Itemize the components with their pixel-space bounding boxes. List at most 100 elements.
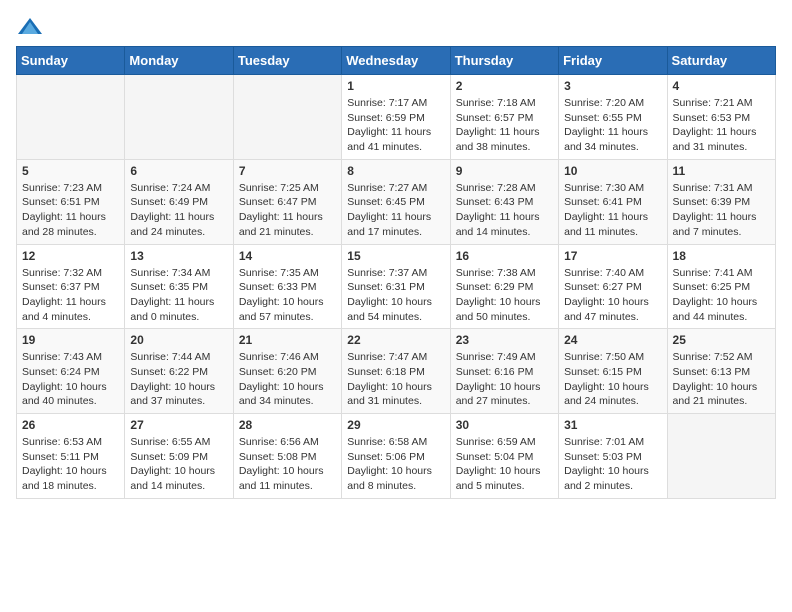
day-info: Sunrise: 7:38 AM Sunset: 6:29 PM Dayligh…: [456, 266, 553, 325]
day-number: 15: [347, 249, 444, 263]
day-info: Sunrise: 7:01 AM Sunset: 5:03 PM Dayligh…: [564, 435, 661, 494]
day-info: Sunrise: 7:17 AM Sunset: 6:59 PM Dayligh…: [347, 96, 444, 155]
day-info: Sunrise: 7:43 AM Sunset: 6:24 PM Dayligh…: [22, 350, 119, 409]
day-number: 27: [130, 418, 227, 432]
day-number: 12: [22, 249, 119, 263]
header-wednesday: Wednesday: [342, 47, 450, 75]
week-row-3: 12 Sunrise: 7:32 AM Sunset: 6:37 PM Dayli…: [17, 244, 776, 329]
day-number: 26: [22, 418, 119, 432]
day-number: 4: [673, 79, 770, 93]
day-cell-3-4: 23 Sunrise: 7:49 AM Sunset: 6:16 PM Dayli…: [450, 329, 558, 414]
day-cell-4-1: 27Sunrise: 6:55 AM Sunset: 5:09 PM Dayli…: [125, 414, 233, 499]
day-cell-2-5: 17 Sunrise: 7:40 AM Sunset: 6:27 PM Dayli…: [559, 244, 667, 329]
day-info: Sunrise: 7:52 AM Sunset: 6:13 PM Dayligh…: [673, 350, 770, 409]
day-cell-0-1: [125, 75, 233, 160]
day-cell-1-5: 10 Sunrise: 7:30 AM Sunset: 6:41 PM Dayli…: [559, 159, 667, 244]
day-info: Sunrise: 7:49 AM Sunset: 6:16 PM Dayligh…: [456, 350, 553, 409]
day-number: 2: [456, 79, 553, 93]
header-friday: Friday: [559, 47, 667, 75]
header-saturday: Saturday: [667, 47, 775, 75]
day-number: 17: [564, 249, 661, 263]
day-cell-2-4: 16Sunrise: 7:38 AM Sunset: 6:29 PM Dayli…: [450, 244, 558, 329]
logo: [16, 16, 48, 38]
day-number: 7: [239, 164, 336, 178]
day-info: Sunrise: 7:18 AM Sunset: 6:57 PM Dayligh…: [456, 96, 553, 155]
day-cell-1-4: 9Sunrise: 7:28 AM Sunset: 6:43 PM Daylig…: [450, 159, 558, 244]
day-cell-3-1: 20 Sunrise: 7:44 AM Sunset: 6:22 PM Dayli…: [125, 329, 233, 414]
day-cell-1-3: 8 Sunrise: 7:27 AM Sunset: 6:45 PM Daylig…: [342, 159, 450, 244]
day-number: 30: [456, 418, 553, 432]
day-info: Sunrise: 7:28 AM Sunset: 6:43 PM Dayligh…: [456, 181, 553, 240]
day-cell-4-6: [667, 414, 775, 499]
day-number: 1: [347, 79, 444, 93]
day-number: 11: [673, 164, 770, 178]
day-number: 6: [130, 164, 227, 178]
day-info: Sunrise: 6:56 AM Sunset: 5:08 PM Dayligh…: [239, 435, 336, 494]
page-header: [16, 16, 776, 38]
day-number: 23: [456, 333, 553, 347]
day-cell-4-0: 26 Sunrise: 6:53 AM Sunset: 5:11 PM Dayli…: [17, 414, 125, 499]
day-number: 20: [130, 333, 227, 347]
day-info: Sunrise: 7:35 AM Sunset: 6:33 PM Dayligh…: [239, 266, 336, 325]
day-info: Sunrise: 7:25 AM Sunset: 6:47 PM Dayligh…: [239, 181, 336, 240]
day-info: Sunrise: 7:50 AM Sunset: 6:15 PM Dayligh…: [564, 350, 661, 409]
day-cell-0-2: [233, 75, 341, 160]
day-info: Sunrise: 7:20 AM Sunset: 6:55 PM Dayligh…: [564, 96, 661, 155]
day-cell-4-3: 29 Sunrise: 6:58 AM Sunset: 5:06 PM Dayli…: [342, 414, 450, 499]
day-cell-0-4: 2 Sunrise: 7:18 AM Sunset: 6:57 PM Daylig…: [450, 75, 558, 160]
day-cell-0-6: 4 Sunrise: 7:21 AM Sunset: 6:53 PM Daylig…: [667, 75, 775, 160]
day-cell-1-0: 5Sunrise: 7:23 AM Sunset: 6:51 PM Daylig…: [17, 159, 125, 244]
day-info: Sunrise: 6:53 AM Sunset: 5:11 PM Dayligh…: [22, 435, 119, 494]
header-sunday: Sunday: [17, 47, 125, 75]
day-number: 21: [239, 333, 336, 347]
day-number: 18: [673, 249, 770, 263]
day-number: 19: [22, 333, 119, 347]
day-cell-2-3: 15 Sunrise: 7:37 AM Sunset: 6:31 PM Dayli…: [342, 244, 450, 329]
day-number: 25: [673, 333, 770, 347]
calendar-header-row: SundayMondayTuesdayWednesdayThursdayFrid…: [17, 47, 776, 75]
day-cell-3-5: 24Sunrise: 7:50 AM Sunset: 6:15 PM Dayli…: [559, 329, 667, 414]
calendar-table: SundayMondayTuesdayWednesdayThursdayFrid…: [16, 46, 776, 499]
week-row-1: 1 Sunrise: 7:17 AM Sunset: 6:59 PM Daylig…: [17, 75, 776, 160]
day-cell-4-5: 31Sunrise: 7:01 AM Sunset: 5:03 PM Dayli…: [559, 414, 667, 499]
day-cell-3-6: 25 Sunrise: 7:52 AM Sunset: 6:13 PM Dayli…: [667, 329, 775, 414]
day-cell-0-3: 1 Sunrise: 7:17 AM Sunset: 6:59 PM Daylig…: [342, 75, 450, 160]
day-cell-4-2: 28Sunrise: 6:56 AM Sunset: 5:08 PM Dayli…: [233, 414, 341, 499]
day-info: Sunrise: 7:32 AM Sunset: 6:37 PM Dayligh…: [22, 266, 119, 325]
day-cell-3-2: 21 Sunrise: 7:46 AM Sunset: 6:20 PM Dayli…: [233, 329, 341, 414]
day-info: Sunrise: 7:44 AM Sunset: 6:22 PM Dayligh…: [130, 350, 227, 409]
day-cell-0-0: [17, 75, 125, 160]
week-row-5: 26 Sunrise: 6:53 AM Sunset: 5:11 PM Dayli…: [17, 414, 776, 499]
day-number: 10: [564, 164, 661, 178]
day-cell-2-1: 13 Sunrise: 7:34 AM Sunset: 6:35 PM Dayli…: [125, 244, 233, 329]
day-cell-1-6: 11Sunrise: 7:31 AM Sunset: 6:39 PM Dayli…: [667, 159, 775, 244]
day-number: 3: [564, 79, 661, 93]
day-cell-2-2: 14 Sunrise: 7:35 AM Sunset: 6:33 PM Dayli…: [233, 244, 341, 329]
day-number: 14: [239, 249, 336, 263]
day-number: 29: [347, 418, 444, 432]
day-cell-2-6: 18Sunrise: 7:41 AM Sunset: 6:25 PM Dayli…: [667, 244, 775, 329]
day-info: Sunrise: 7:37 AM Sunset: 6:31 PM Dayligh…: [347, 266, 444, 325]
day-info: Sunrise: 7:47 AM Sunset: 6:18 PM Dayligh…: [347, 350, 444, 409]
day-info: Sunrise: 7:46 AM Sunset: 6:20 PM Dayligh…: [239, 350, 336, 409]
day-number: 5: [22, 164, 119, 178]
day-number: 22: [347, 333, 444, 347]
day-info: Sunrise: 6:58 AM Sunset: 5:06 PM Dayligh…: [347, 435, 444, 494]
day-cell-4-4: 30Sunrise: 6:59 AM Sunset: 5:04 PM Dayli…: [450, 414, 558, 499]
day-info: Sunrise: 7:27 AM Sunset: 6:45 PM Dayligh…: [347, 181, 444, 240]
day-info: Sunrise: 7:34 AM Sunset: 6:35 PM Dayligh…: [130, 266, 227, 325]
day-info: Sunrise: 7:40 AM Sunset: 6:27 PM Dayligh…: [564, 266, 661, 325]
day-info: Sunrise: 7:30 AM Sunset: 6:41 PM Dayligh…: [564, 181, 661, 240]
day-cell-1-1: 6 Sunrise: 7:24 AM Sunset: 6:49 PM Daylig…: [125, 159, 233, 244]
header-thursday: Thursday: [450, 47, 558, 75]
day-cell-3-0: 19 Sunrise: 7:43 AM Sunset: 6:24 PM Dayli…: [17, 329, 125, 414]
day-info: Sunrise: 7:21 AM Sunset: 6:53 PM Dayligh…: [673, 96, 770, 155]
header-monday: Monday: [125, 47, 233, 75]
day-cell-3-3: 22 Sunrise: 7:47 AM Sunset: 6:18 PM Dayli…: [342, 329, 450, 414]
header-tuesday: Tuesday: [233, 47, 341, 75]
logo-icon: [16, 16, 44, 38]
day-number: 8: [347, 164, 444, 178]
week-row-2: 5Sunrise: 7:23 AM Sunset: 6:51 PM Daylig…: [17, 159, 776, 244]
day-info: Sunrise: 7:24 AM Sunset: 6:49 PM Dayligh…: [130, 181, 227, 240]
day-number: 13: [130, 249, 227, 263]
